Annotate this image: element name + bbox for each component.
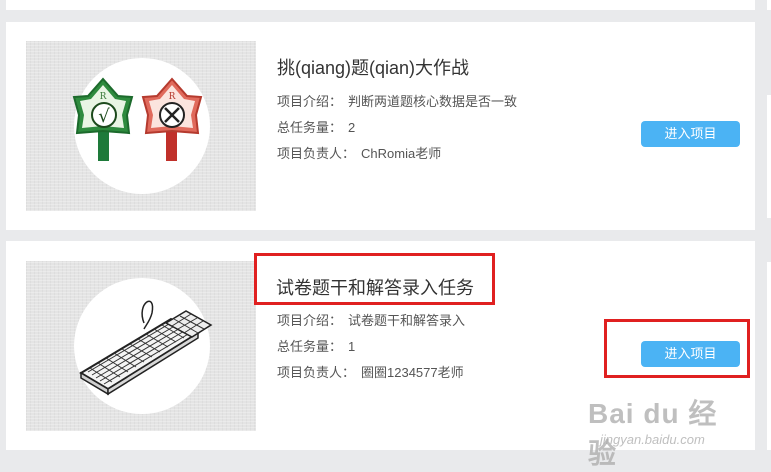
- intro-label: 项目介绍：: [277, 313, 343, 328]
- project-task-count: 总任务量： 1: [277, 336, 355, 355]
- intro-value: 试卷题干和解答录入: [348, 313, 466, 328]
- right-card-sliver: [767, 262, 771, 450]
- svg-text:R: R: [100, 92, 107, 102]
- project-title: 挑(qiang)题(qian)大作战: [277, 58, 470, 78]
- tasks-value: 2: [348, 120, 356, 135]
- project-task-count: 总任务量： 2: [277, 117, 355, 136]
- project-intro: 项目介绍： 试卷题干和解答录入: [277, 310, 465, 329]
- project-owner: 项目负责人： 圈圈1234577老师: [277, 362, 464, 381]
- project-thumbnail: R √ R: [26, 41, 256, 211]
- intro-value: 判断两道题核心数据是否一致: [348, 94, 518, 109]
- tasks-label: 总任务量：: [277, 339, 343, 354]
- check-and-cross-signs-icon: R √ R: [72, 77, 203, 161]
- owner-label: 项目负责人：: [277, 365, 356, 380]
- tasks-label: 总任务量：: [277, 120, 343, 135]
- owner-value: ChRomia老师: [361, 146, 442, 161]
- owner-value: 圈圈1234577老师: [361, 365, 464, 380]
- tasks-value: 1: [348, 339, 356, 354]
- owner-label: 项目负责人：: [277, 146, 356, 161]
- right-card-sliver: [767, 95, 771, 218]
- previous-card-edge: [6, 0, 755, 10]
- project-thumbnail: [26, 261, 256, 431]
- svg-text:√: √: [98, 106, 110, 127]
- svg-text:R: R: [169, 92, 176, 102]
- project-intro: 项目介绍： 判断两道题核心数据是否一致: [277, 91, 517, 110]
- enter-project-button[interactable]: 进入项目: [641, 121, 740, 147]
- project-owner: 项目负责人： ChRomia老师: [277, 143, 441, 162]
- project-card: R √ R 挑(qiang)题(qian)大作战 项目介绍： 判断两道题核心数据是…: [6, 22, 755, 230]
- keyboard-icon: [79, 300, 213, 396]
- project-title: 试卷题干和解答录入任务: [276, 278, 474, 298]
- enter-project-button[interactable]: 进入项目: [641, 341, 740, 367]
- right-card-sliver: [767, 0, 771, 10]
- intro-label: 项目介绍：: [277, 94, 343, 109]
- project-card: 试卷题干和解答录入任务 项目介绍： 试卷题干和解答录入 总任务量： 1 项目负责人：…: [6, 241, 755, 450]
